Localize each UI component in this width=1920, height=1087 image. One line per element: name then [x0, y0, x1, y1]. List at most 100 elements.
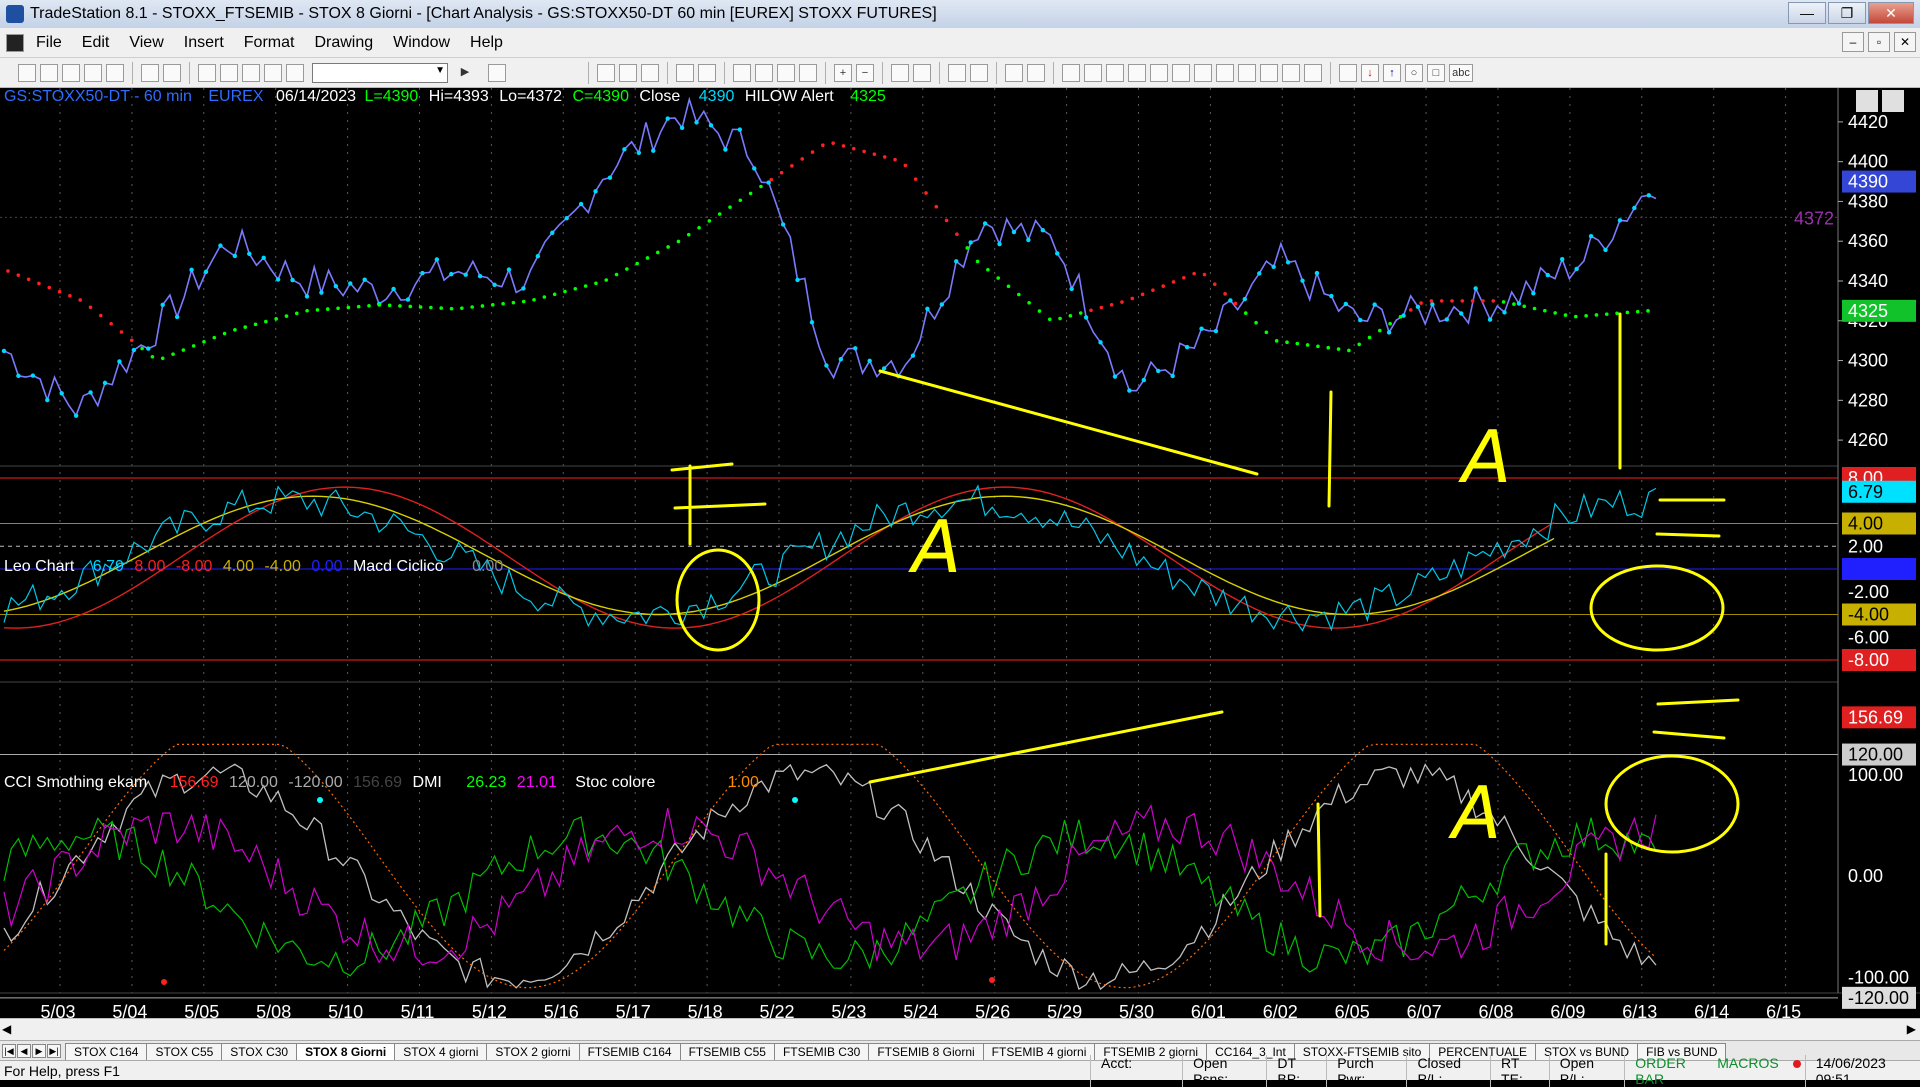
doc-icon[interactable] — [6, 33, 24, 52]
menu-window[interactable]: Window — [383, 34, 460, 52]
text-icon[interactable]: abc — [1449, 63, 1473, 82]
menu-edit[interactable]: Edit — [72, 34, 120, 52]
hilow-dot — [274, 317, 278, 321]
menu-view[interactable]: View — [119, 34, 173, 52]
chart-svg[interactable]: 4420440043804360434043204300428042604372… — [0, 88, 1920, 1024]
menu-insert[interactable]: Insert — [174, 34, 234, 52]
horizontal-scrollbar[interactable]: ◀ ▶ — [0, 1018, 1920, 1040]
ellipse-icon[interactable]: ○ — [1405, 63, 1423, 82]
leo-v2: 8.00 — [134, 558, 166, 575]
menu-format[interactable]: Format — [234, 34, 305, 52]
price-point — [780, 222, 786, 227]
minimize-button[interactable]: — — [1788, 2, 1826, 24]
menu-drawing[interactable]: Drawing — [304, 34, 383, 52]
lock-icon[interactable] — [242, 63, 260, 82]
tab-last-icon[interactable]: ▶| — [47, 1044, 61, 1058]
price-point — [88, 390, 93, 395]
zoom-out-icon[interactable]: − — [856, 63, 874, 82]
mdi-close-button[interactable]: ✕ — [1894, 32, 1916, 52]
workspace-tab[interactable]: STOX C164 — [65, 1043, 148, 1060]
chart-icon[interactable] — [597, 63, 615, 82]
paste-icon[interactable] — [106, 63, 124, 82]
trendline-icon[interactable] — [1062, 63, 1080, 82]
save-icon[interactable] — [62, 63, 80, 82]
tab-prev-icon[interactable]: ◀ — [17, 1044, 31, 1058]
workspace-tab[interactable]: FTSEMIB C30 — [773, 1043, 870, 1060]
mdi-restore-button[interactable]: ▫ — [1868, 32, 1890, 52]
scan-icon[interactable] — [676, 63, 694, 82]
format-icon[interactable] — [198, 63, 216, 82]
hilow-dot — [1543, 308, 1547, 313]
workspace-tab[interactable]: STOX 8 Giorni — [296, 1043, 396, 1060]
price-point — [1141, 377, 1147, 383]
zoom-in-icon[interactable]: + — [834, 63, 852, 82]
vline-icon[interactable] — [1106, 63, 1124, 82]
tab-first-icon[interactable]: |◀ — [2, 1044, 16, 1058]
strategy-icon[interactable] — [755, 63, 773, 82]
arrow-both-icon[interactable] — [1260, 63, 1278, 82]
chart-area[interactable]: 4420440043804360434043204300428042604372… — [0, 88, 1920, 1024]
rectangle-icon[interactable]: □ — [1427, 63, 1445, 82]
settings-icon[interactable] — [1027, 63, 1045, 82]
close-button[interactable]: ✕ — [1868, 2, 1914, 24]
zoom-reduce-icon[interactable] — [913, 63, 931, 82]
regression-icon[interactable] — [1238, 63, 1256, 82]
fib-icon[interactable] — [1150, 63, 1168, 82]
new-icon[interactable] — [18, 63, 36, 82]
speed-line-icon[interactable] — [1194, 63, 1212, 82]
tools-icon[interactable] — [1005, 63, 1023, 82]
scroll-right-icon[interactable]: ▶ — [1907, 1022, 1916, 1036]
draw-icon[interactable] — [264, 63, 282, 82]
hilow-dot — [1573, 314, 1578, 319]
tab-next-icon[interactable]: ▶ — [32, 1044, 46, 1058]
arrow-up-icon[interactable]: ↑ — [1383, 63, 1401, 82]
chart3-icon[interactable] — [641, 63, 659, 82]
pointer-icon[interactable] — [948, 63, 966, 82]
copy-icon[interactable] — [84, 63, 102, 82]
chart2-icon[interactable] — [619, 63, 637, 82]
refresh-icon[interactable] — [698, 63, 716, 82]
print-icon[interactable] — [141, 63, 159, 82]
indicator-icon[interactable] — [777, 63, 795, 82]
scroll-left-icon[interactable]: ◀ — [2, 1022, 11, 1036]
lookup-icon[interactable] — [488, 63, 506, 82]
bar-icon[interactable] — [799, 63, 817, 82]
leo-v4: 4.00 — [222, 558, 254, 575]
workspace-tab[interactable]: STOX C55 — [146, 1043, 223, 1060]
zoom-magnify-icon[interactable] — [891, 63, 909, 82]
workspace-tab[interactable]: STOX 2 giorni — [486, 1043, 580, 1060]
hline-icon[interactable] — [1084, 63, 1102, 82]
open-icon[interactable] — [40, 63, 58, 82]
workspace-tab[interactable]: FTSEMIB C164 — [578, 1043, 681, 1060]
insert-icon[interactable] — [733, 63, 751, 82]
cursor-icon[interactable] — [286, 63, 304, 82]
curve-icon[interactable] — [1339, 63, 1357, 82]
cci-axis-label: 100.00 — [1848, 765, 1903, 785]
workspace-tab[interactable]: FTSEMIB 8 Giorni — [868, 1043, 984, 1060]
status-macros[interactable]: MACROS — [1717, 1055, 1788, 1087]
crosshair-icon[interactable] — [970, 63, 988, 82]
menu-file[interactable]: File — [26, 34, 72, 52]
hilow-dot — [88, 305, 93, 310]
channel-icon[interactable] — [1128, 63, 1146, 82]
workspace-tab[interactable]: STOX C30 — [221, 1043, 298, 1060]
workspace-tab[interactable]: STOX 4 giorni — [394, 1043, 488, 1060]
pen-icon[interactable] — [1304, 63, 1322, 82]
arrow-down-icon[interactable]: ↓ — [1361, 63, 1379, 82]
arc-icon[interactable] — [1282, 63, 1300, 82]
menu-help[interactable]: Help — [460, 34, 513, 52]
status-order-bar[interactable]: ORDER BAR — [1624, 1054, 1717, 1087]
workspace-tab[interactable]: FTSEMIB C55 — [679, 1043, 775, 1060]
price-point — [636, 150, 642, 156]
hilow-dot — [181, 348, 186, 352]
workspace-tab[interactable]: FTSEMIB 4 giorni — [982, 1043, 1096, 1060]
andrews-icon[interactable] — [1216, 63, 1234, 82]
hilow-dot — [480, 304, 485, 308]
grid-icon[interactable] — [220, 63, 238, 82]
print-preview-icon[interactable] — [163, 63, 181, 82]
symbol-combo[interactable] — [312, 62, 448, 83]
mdi-minimize-button[interactable]: – — [1842, 32, 1864, 52]
play-icon[interactable]: ▶ — [456, 64, 474, 82]
restore-button[interactable]: ❐ — [1828, 2, 1866, 24]
gann-icon[interactable] — [1172, 63, 1190, 82]
